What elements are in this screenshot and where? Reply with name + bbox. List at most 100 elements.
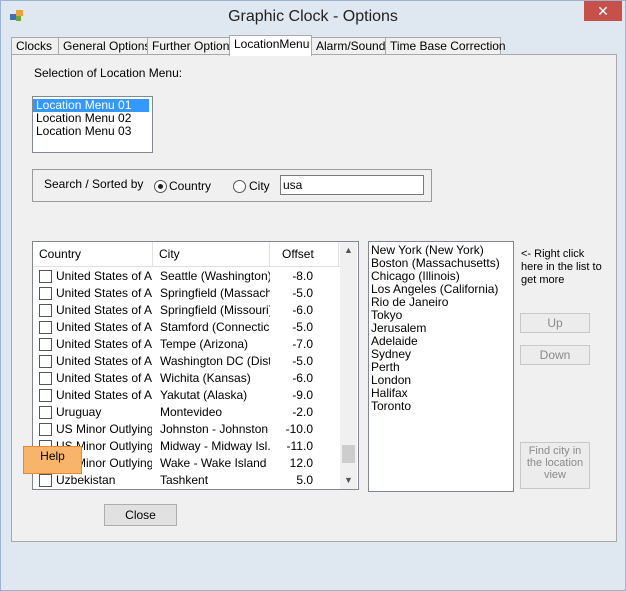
row-checkbox[interactable] [39, 338, 52, 351]
table-row[interactable]: United States of A... Wichita (Kansas) -6.… [33, 370, 340, 387]
window-title: Graphic Clock - Options [228, 8, 398, 25]
row-city: Seattle (Washington) [160, 269, 270, 283]
column-header-offset[interactable]: Offset [276, 242, 339, 266]
row-city: Springfield (Missouri) [160, 303, 270, 317]
location-menu-label: Selection of Location Menu: [34, 66, 183, 80]
radio-selected-dot [158, 184, 163, 189]
row-city: Stamford (Connecticut) [160, 320, 270, 334]
close-window-button[interactable]: ✕ [584, 1, 622, 21]
row-country: United States of A... [56, 371, 152, 385]
tab-further-options[interactable]: Further Options [147, 37, 235, 55]
row-city: Tempe (Arizona) [160, 337, 249, 351]
location-menu-item[interactable]: Location Menu 03 [33, 125, 152, 138]
city-radio[interactable] [233, 180, 246, 193]
column-header-city[interactable]: City [153, 242, 270, 266]
row-country: US Minor Outlying... [56, 422, 152, 436]
table-row[interactable]: Uruguay Montevideo -2.0 [33, 404, 340, 421]
row-city: Wichita (Kansas) [160, 371, 251, 385]
row-offset: -11.0 [286, 439, 313, 453]
column-header-country[interactable]: Country [33, 242, 153, 266]
row-country: United States of A... [56, 337, 152, 351]
row-city: Yakutat (Alaska) [160, 388, 248, 402]
row-country: United States of A... [56, 303, 152, 317]
table-row[interactable]: Uzbekistan Tashkent 5.0 [33, 472, 340, 489]
row-checkbox[interactable] [39, 389, 52, 402]
tab-time-base-correction[interactable]: Time Base Correction [385, 37, 506, 55]
row-offset: -5.0 [292, 320, 313, 334]
row-offset: -6.0 [292, 303, 313, 317]
table-row[interactable]: United States of A... Yakutat (Alaska) -9.… [33, 387, 340, 404]
country-radio-label[interactable]: Country [169, 179, 211, 193]
row-checkbox[interactable] [39, 474, 52, 487]
row-checkbox[interactable] [39, 423, 52, 436]
find-city-button[interactable]: Find city in the location view [520, 442, 590, 489]
row-city: Midway - Midway Isl... [160, 439, 270, 453]
location-menu-panel: Selection of Location Menu: Location Men… [11, 54, 617, 542]
find-city-button-line-1: Find city in [528, 445, 582, 457]
row-country: United States of A... [56, 269, 152, 283]
row-offset: -6.0 [292, 371, 313, 385]
tab-clocks[interactable]: Clocks [11, 37, 59, 55]
scroll-up-arrow-icon[interactable]: ▲ [340, 242, 357, 259]
row-checkbox[interactable] [39, 372, 52, 385]
row-checkbox[interactable] [39, 287, 52, 300]
find-city-button-line-2: the location [526, 457, 584, 469]
row-checkbox[interactable] [39, 321, 52, 334]
row-country: United States of A... [56, 354, 152, 368]
down-button[interactable]: Down [520, 345, 590, 365]
table-row[interactable]: United States of A... Springfield (Missou… [33, 302, 340, 319]
row-country: United States of A... [56, 286, 152, 300]
country-radio[interactable] [154, 180, 167, 193]
scroll-thumb[interactable] [342, 445, 355, 463]
row-country: United States of A... [56, 388, 152, 402]
options-window: Graphic Clock - Options ✕ Clocks General… [0, 0, 626, 591]
row-city: Montevideo [160, 405, 223, 419]
row-city: Tashkent [160, 473, 209, 487]
table-row[interactable]: United States of A... Stamford (Connectic… [33, 319, 340, 336]
hint-line-1: <- Right click [521, 248, 585, 260]
table-row[interactable]: United States of A... Springfield (Massac… [33, 285, 340, 302]
row-city: Wake - Wake Island [160, 456, 267, 470]
title-bar: Graphic Clock - Options ✕ [1, 1, 625, 33]
search-group: Search / Sorted by Country City usa [32, 169, 432, 202]
close-button[interactable]: Close [104, 504, 177, 526]
table-row[interactable]: United States of A... Seattle (Washington… [33, 268, 340, 285]
row-offset: 5.0 [296, 473, 313, 487]
grid-scrollbar[interactable]: ▲ ▼ [340, 242, 357, 489]
table-row[interactable]: United States of A... Tempe (Arizona) -7.0 [33, 336, 340, 353]
row-city: Washington DC (Dist... [160, 354, 270, 368]
row-checkbox[interactable] [39, 270, 52, 283]
row-checkbox[interactable] [39, 406, 52, 419]
row-offset: -9.0 [292, 388, 313, 402]
help-button[interactable]: Help [23, 446, 82, 474]
row-offset: -5.0 [292, 354, 313, 368]
location-view-items: New York (New York) Boston (Massachusetts… [369, 242, 513, 413]
row-offset: 12.0 [289, 456, 313, 470]
row-offset: -10.0 [285, 422, 313, 436]
row-offset: -5.0 [292, 286, 313, 300]
location-view-list[interactable]: New York (New York) Boston (Massachusetts… [368, 241, 514, 492]
row-checkbox[interactable] [39, 304, 52, 317]
city-radio-label[interactable]: City [249, 179, 270, 193]
hint-line-3: get more [521, 274, 565, 286]
row-country: Uruguay [56, 405, 102, 419]
grid-header: Country City Offset [33, 242, 340, 267]
hint-line-2: here in the list to [521, 261, 602, 273]
row-country: United States of A... [56, 320, 152, 334]
location-menu-list[interactable]: Location Menu 01 Location Menu 02 Locati… [32, 96, 153, 153]
search-input[interactable]: usa [280, 175, 424, 195]
table-row[interactable]: United States of A... Washington DC (Dist… [33, 353, 340, 370]
up-button[interactable]: Up [520, 313, 590, 333]
row-offset: -2.0 [292, 405, 313, 419]
list-item[interactable]: Toronto [369, 400, 513, 413]
tab-location-menu[interactable]: LocationMenu [229, 35, 312, 56]
row-checkbox[interactable] [39, 355, 52, 368]
search-label: Search / Sorted by [44, 177, 144, 191]
row-offset: -7.0 [292, 337, 313, 351]
tab-general-options[interactable]: General Options [58, 37, 150, 55]
find-city-button-line-3: view [543, 469, 566, 481]
scroll-down-arrow-icon[interactable]: ▼ [340, 472, 357, 489]
table-row[interactable]: US Minor Outlying... Johnston - Johnston … [33, 421, 340, 438]
tab-alarm-sound[interactable]: Alarm/Sound [311, 37, 387, 55]
row-offset: -8.0 [292, 269, 313, 283]
